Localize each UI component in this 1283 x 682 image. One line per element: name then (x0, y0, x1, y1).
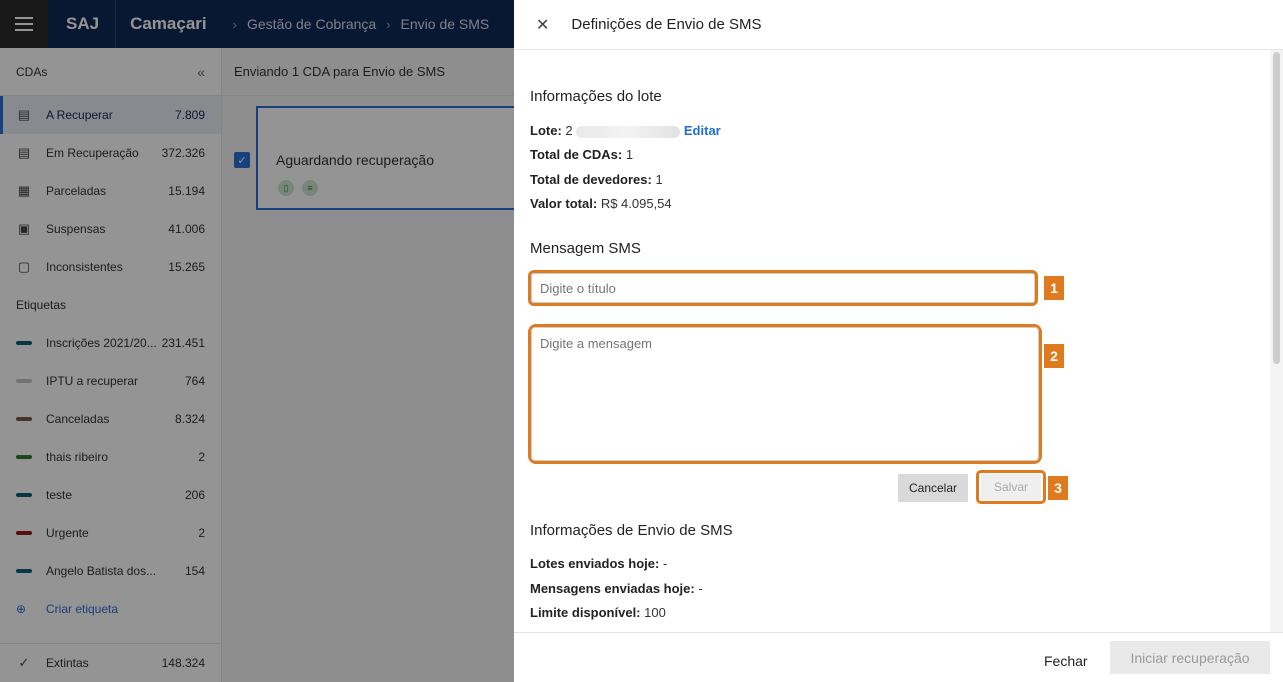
total-value-label: Valor total: (530, 196, 598, 211)
total-value-row: Valor total: R$ 4.095,54 (530, 196, 672, 211)
app-window: SAJ Camaçari › Gestão de Cobrança › Envi… (0, 0, 1283, 682)
scrollbar-thumb[interactable] (1273, 52, 1280, 364)
title-highlight (528, 270, 1038, 306)
close-button[interactable]: Fechar (1044, 647, 1088, 675)
title-input[interactable] (531, 273, 1035, 303)
save-highlight: Salvar (976, 470, 1046, 504)
batch-row: Lote: 2 Editar (530, 123, 721, 138)
panel-body: Informações do lote Lote: 2 Editar Total… (514, 50, 1270, 632)
panel-footer: Fechar Iniciar recuperação (514, 632, 1283, 682)
messages-today-value: - (698, 581, 703, 596)
batches-today-value: - (662, 556, 668, 571)
limit-value: 100 (644, 605, 666, 620)
total-debtors-value: 1 (655, 172, 663, 187)
save-button[interactable]: Salvar (981, 474, 1041, 500)
batch-value: 2 (565, 123, 573, 138)
batches-today-row: Lotes enviados hoje: - (530, 556, 667, 571)
batch-label: Lote: (530, 123, 562, 138)
messages-today-row: Mensagens enviadas hoje: - (530, 581, 703, 596)
annotation-badge-3: 3 (1048, 476, 1068, 500)
total-debtors-label: Total de devedores: (530, 172, 652, 187)
panel-header: ✕ Definições de Envio de SMS (514, 0, 1283, 50)
limit-label: Limite disponível: (530, 605, 641, 620)
cancel-button[interactable]: Cancelar (898, 474, 968, 502)
message-highlight (528, 324, 1042, 464)
start-recovery-button[interactable]: Iniciar recuperação (1110, 641, 1270, 674)
batches-today-label: Lotes enviados hoje: (530, 556, 660, 571)
sms-message-title: Mensagem SMS (530, 240, 641, 257)
messages-today-label: Mensagens enviadas hoje: (530, 581, 695, 596)
annotation-badge-2: 2 (1044, 344, 1064, 368)
send-info-title: Informações de Envio de SMS (530, 522, 733, 539)
limit-row: Limite disponível: 100 (530, 605, 666, 620)
total-debtors-row: Total de devedores: 1 (530, 172, 663, 187)
total-cdas-label: Total de CDAs: (530, 147, 623, 162)
panel-scrollbar[interactable] (1270, 50, 1283, 632)
edit-link[interactable]: Editar (684, 123, 721, 138)
total-value-value: R$ 4.095,54 (600, 196, 672, 211)
message-textarea[interactable] (531, 327, 1039, 461)
sms-settings-panel: ✕ Definições de Envio de SMS Informações… (514, 0, 1283, 682)
redacted-value (576, 125, 681, 138)
total-cdas-row: Total de CDAs: 1 (530, 147, 633, 162)
total-cdas-value: 1 (625, 147, 634, 162)
batch-info-title: Informações do lote (530, 88, 662, 105)
annotation-badge-1: 1 (1044, 276, 1064, 300)
close-icon[interactable]: ✕ (536, 15, 549, 35)
panel-title: Definições de Envio de SMS (571, 16, 762, 33)
